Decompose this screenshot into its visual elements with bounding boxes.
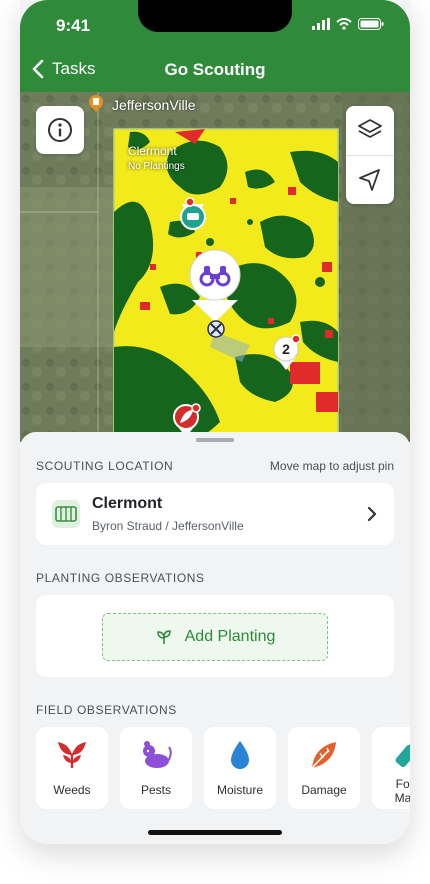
map-controls [346, 106, 394, 204]
observation-label-line1: Fore [395, 777, 410, 791]
observation-label: Pests [140, 783, 171, 797]
damage-icon [311, 742, 336, 769]
location-marker-icon [207, 320, 225, 338]
locate-button[interactable] [346, 156, 394, 205]
cluster-count: 2 [282, 341, 290, 357]
observation-foreign-material[interactable]: Fore Mate [372, 727, 410, 809]
location-subtitle: Byron Straud / JeffersonVille [92, 519, 244, 533]
observation-moisture[interactable]: Moisture [204, 727, 276, 809]
info-icon [48, 118, 72, 142]
phone-frame: 9:41 Tasks Go Scouting 2 JeffersonVille … [20, 0, 410, 844]
status-icons [312, 18, 384, 30]
layers-button[interactable] [346, 106, 394, 156]
status-time: 9:41 [56, 16, 91, 35]
water-drop-icon [231, 741, 249, 769]
observation-weeds[interactable]: Weeds [36, 727, 108, 809]
add-planting-label: Add Planting [184, 628, 276, 645]
observation-pests[interactable]: Pests [120, 727, 192, 809]
scouting-hint: Move map to adjust pin [269, 459, 394, 473]
observation-label: Moisture [216, 783, 263, 797]
sheet-grabber[interactable] [196, 438, 234, 442]
planting-card: Add Planting [36, 595, 394, 677]
weed-icon [58, 742, 86, 768]
field-icon [52, 500, 80, 528]
battery-icon [358, 18, 384, 30]
observation-damage[interactable]: Damage [288, 727, 360, 809]
pest-icon [143, 741, 172, 768]
city-name: JeffersonVille [112, 97, 196, 113]
field-observations-title: FIELD OBSERVATIONS [36, 703, 177, 717]
page-title: Go Scouting [164, 60, 266, 79]
observation-label: Weeds [53, 783, 91, 797]
field-map-label: Clermont No Plantings [128, 144, 185, 172]
field-map-name: Clermont [128, 144, 177, 158]
notch [138, 0, 292, 32]
scouting-location-title: SCOUTING LOCATION [36, 459, 174, 473]
observation-label: Fore Mate [372, 777, 410, 805]
chevron-right-icon [367, 506, 377, 522]
info-button[interactable] [36, 106, 84, 154]
location-name: Clermont [92, 495, 163, 512]
signal-icon [312, 18, 330, 30]
field-map-note: No Plantings [128, 161, 185, 172]
home-indicator [148, 830, 282, 835]
scouting-location-card[interactable]: Clermont Byron Straud / JeffersonVille [36, 483, 394, 545]
city-label: JeffersonVille [112, 97, 196, 113]
add-planting-button[interactable]: Add Planting [102, 613, 328, 661]
observation-label: Damage [301, 783, 347, 797]
sprout-icon [156, 630, 171, 644]
navigation-arrow-icon [359, 168, 380, 191]
planting-observations-title: PLANTING OBSERVATIONS [36, 571, 205, 585]
foreign-material-icon [395, 740, 410, 768]
wifi-icon [336, 18, 352, 30]
layers-icon [358, 119, 382, 139]
observation-label-line2: Mate [394, 791, 410, 805]
